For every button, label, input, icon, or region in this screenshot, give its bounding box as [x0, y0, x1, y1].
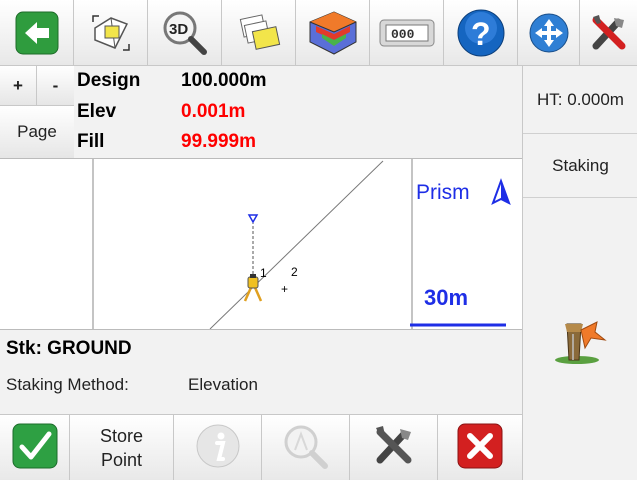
back-button[interactable] — [0, 0, 74, 66]
fill-value: 99.999m — [181, 131, 257, 152]
layers-button[interactable] — [222, 0, 296, 66]
counter-button[interactable]: 000 — [370, 0, 444, 66]
layers-icon — [234, 11, 284, 55]
page-button[interactable]: Page — [0, 106, 74, 158]
staking-method-value[interactable]: Elevation — [188, 375, 258, 395]
stake-label: Stk: GROUND — [6, 338, 132, 359]
north-arrow-icon — [491, 178, 511, 206]
staking-method-label: Staking Method: — [6, 375, 129, 394]
status-area: Stk: GROUND Staking Method: Elevation — [0, 330, 522, 414]
fill-label: Fill — [77, 131, 105, 152]
map-view[interactable]: 1 2 + Prism 30m — [0, 158, 522, 330]
store-label-line2: Point — [100, 450, 143, 470]
info-icon — [195, 423, 241, 474]
3d-label: 3D — [169, 21, 188, 38]
cancel-button[interactable] — [438, 415, 522, 480]
bottom-toolbar: Store Point — [0, 414, 522, 480]
checkmark-icon — [12, 423, 58, 474]
surface-button[interactable] — [296, 0, 370, 66]
instrument-height: HT: 0.000m — [537, 89, 624, 109]
point-2-marker: + — [281, 282, 288, 296]
stake-target-icon[interactable] — [551, 314, 611, 371]
3d-zoom-icon: 3D — [158, 8, 212, 58]
zoom-in-label: + — [13, 75, 23, 95]
pan-button[interactable] — [518, 0, 580, 66]
accept-button[interactable] — [0, 415, 70, 480]
right-panel: HT: 0.000m Staking — [522, 66, 637, 480]
info-button — [174, 415, 262, 480]
search-point-icon — [281, 422, 331, 475]
design-value: 100.000m — [181, 70, 267, 91]
help-icon: ? — [456, 8, 506, 58]
elev-label: Elev — [77, 101, 117, 122]
stake-readout: Design 100.000m Elev 0.001m Fill 99.999m — [74, 66, 522, 158]
pan-icon — [528, 12, 570, 54]
settings-button[interactable] — [350, 415, 438, 480]
tools-button[interactable] — [580, 0, 637, 66]
page-label: Page — [17, 122, 57, 141]
store-point-button[interactable]: Store Point — [70, 415, 174, 480]
mode-label: Staking — [552, 155, 609, 175]
point-2-label: 2 — [291, 265, 298, 279]
target-type-label: Prism — [416, 181, 470, 204]
design-label: Design — [77, 70, 141, 91]
surface-icon — [306, 8, 360, 58]
tools-icon — [588, 12, 630, 54]
instrument-icon — [243, 274, 263, 302]
map-layout-icon — [87, 10, 135, 56]
scale-label: 30m — [424, 285, 468, 310]
alignment-line — [209, 160, 384, 329]
help-label: ? — [471, 16, 491, 52]
counter-icon: 000 — [379, 18, 435, 48]
counter-label: 000 — [391, 27, 415, 42]
close-icon — [457, 423, 503, 474]
instrument-height-button[interactable]: HT: 0.000m — [523, 66, 637, 134]
zoom-out-button[interactable]: - — [37, 66, 74, 106]
prism-marker-icon — [247, 214, 259, 224]
3d-view-button[interactable]: 3D — [148, 0, 222, 66]
zoom-panel: + - Page — [0, 66, 74, 158]
help-button[interactable]: ? — [444, 0, 518, 66]
search-point-button — [262, 415, 350, 480]
mode-button[interactable]: Staking — [523, 134, 637, 198]
point-1-label: 1 — [260, 266, 267, 280]
zoom-in-button[interactable]: + — [0, 66, 37, 106]
zoom-out-label: - — [52, 75, 59, 95]
tools-icon — [371, 423, 417, 474]
store-label-line1: Store — [99, 426, 144, 446]
elev-value: 0.001m — [181, 101, 246, 122]
map-layout-button[interactable] — [74, 0, 148, 66]
back-arrow-icon — [15, 11, 59, 55]
